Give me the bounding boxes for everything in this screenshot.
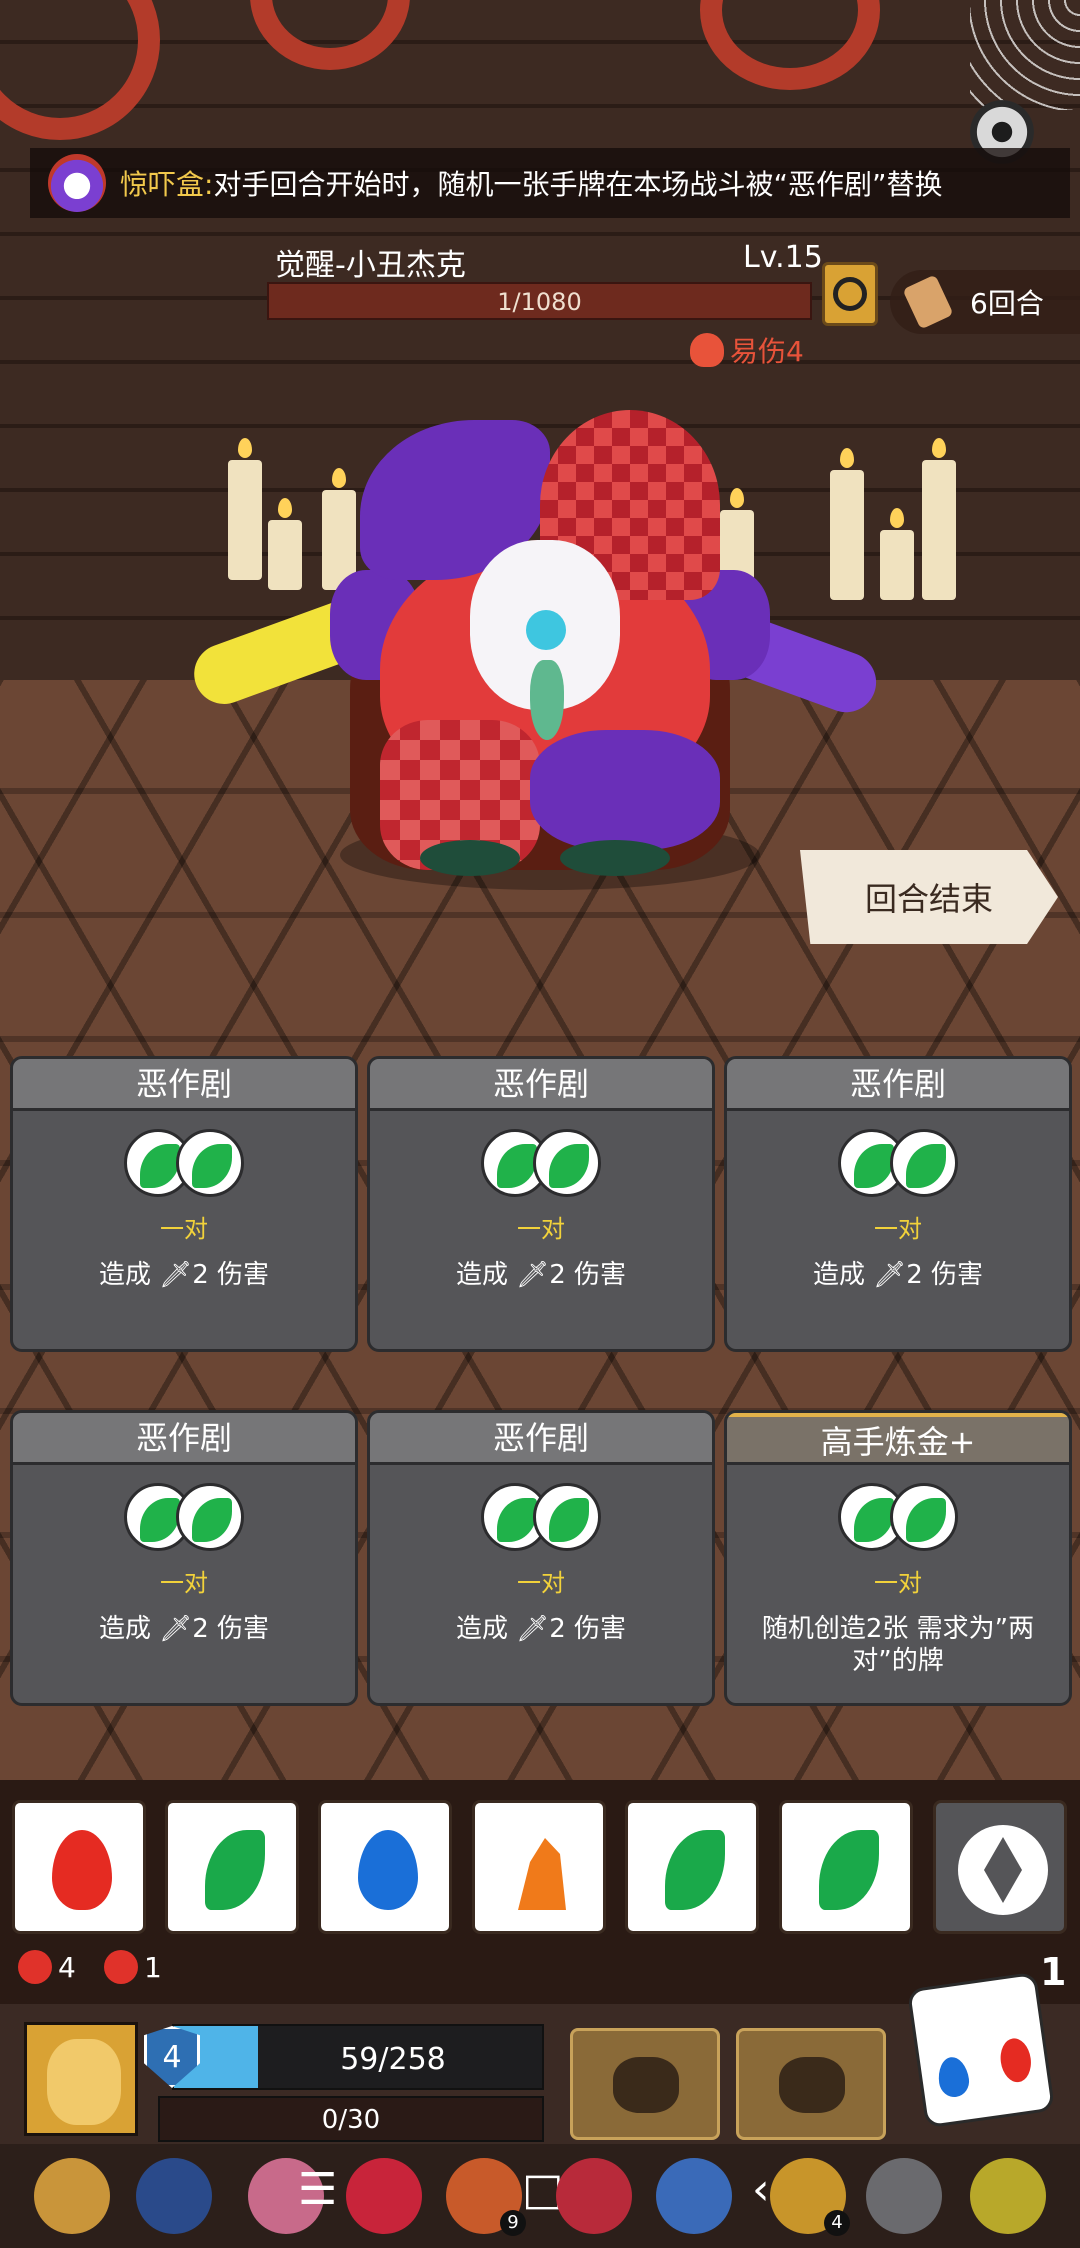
leaf-slot-icon — [176, 1483, 244, 1551]
leaf-icon — [819, 1830, 879, 1910]
relic-effect-banner: 惊吓盒: 对手回合开始时，随机一张手牌在本场战斗被“恶作剧”替换 — [30, 148, 1070, 218]
gem-icon — [958, 1825, 1048, 1915]
horn-icon[interactable] — [656, 2158, 732, 2234]
card-description: 造成 🗡2 伤害 — [98, 1260, 270, 1290]
dice-remaining-count: 1 — [1040, 1950, 1067, 1994]
card-requirement: 一对 — [874, 1215, 922, 1243]
horned-helmet-icon[interactable] — [136, 2158, 212, 2234]
card-title: 恶作剧 — [370, 1059, 712, 1111]
vulnerable-icon — [690, 333, 724, 367]
golden-cube-icon[interactable] — [970, 2158, 1046, 2234]
card-title: 高手炼金+ — [727, 1413, 1069, 1465]
action-card[interactable]: 恶作剧一对造成 🗡2 伤害 — [10, 1056, 358, 1352]
die-leaf[interactable] — [165, 1800, 299, 1934]
card-requirement: 一对 — [517, 1215, 565, 1243]
stone-die-icon[interactable] — [866, 2158, 942, 2234]
leaf-icon — [665, 1830, 725, 1910]
banner-label: 惊吓盒: — [120, 168, 214, 201]
die-leaf[interactable] — [625, 1800, 759, 1934]
card-description: 造成 🗡2 伤害 — [455, 1614, 627, 1644]
fire-icon — [52, 1830, 112, 1910]
card-requirement: 一对 — [160, 1215, 208, 1243]
card-description: 随机创造2张 需求为”两对”的牌 — [761, 1614, 1035, 1676]
boss-level: Lv.15 — [743, 240, 823, 275]
leaf-slot-icon — [176, 1129, 244, 1197]
card-title: 恶作剧 — [13, 1059, 355, 1111]
gear-burst-icon — [18, 1950, 52, 1984]
dice-slot-pair[interactable] — [481, 1483, 605, 1555]
turn-counter: 6回合 — [890, 270, 1080, 334]
end-turn-button[interactable]: 回合结束 — [800, 850, 1058, 944]
back-nav-icon[interactable]: ‹ — [752, 2164, 770, 2215]
action-card[interactable]: 高手炼金+ 一对随机创造2张 需求为”两对”的牌 — [724, 1410, 1072, 1706]
xp-text: 0/30 — [321, 2105, 381, 2135]
card-description: 造成 🗡2 伤害 — [98, 1614, 270, 1644]
dice-slot-pair[interactable] — [481, 1129, 605, 1201]
leaf-icon — [205, 1830, 265, 1910]
boss-name: 觉醒-小丑杰克 — [275, 248, 466, 283]
dice-slot-pair[interactable] — [124, 1129, 248, 1201]
candle — [922, 438, 956, 600]
spiderweb-decoration — [970, 0, 1080, 110]
menu-nav-icon[interactable]: ☰ — [298, 2164, 337, 2215]
action-card[interactable]: 恶作剧一对造成 🗡2 伤害 — [367, 1056, 715, 1352]
dice-slot-pair[interactable] — [838, 1129, 962, 1201]
leaf-slot-icon — [533, 1483, 601, 1551]
card-requirement: 一对 — [517, 1569, 565, 1597]
amulet-icon[interactable] — [556, 2158, 632, 2234]
curse-stat[interactable]: 1 — [104, 1950, 162, 1984]
action-card[interactable]: 恶作剧一对造成 🗡2 伤害 — [10, 1410, 358, 1706]
player-xp-bar: 0/30 — [158, 2096, 544, 2142]
card-description: 造成 🗡2 伤害 — [455, 1260, 627, 1290]
card-title: 恶作剧 — [13, 1413, 355, 1465]
jester-boss-sprite[interactable] — [185, 410, 890, 900]
rock-icon — [518, 1838, 566, 1910]
skill-feather-button[interactable] — [736, 2028, 886, 2140]
drop-icon — [358, 1830, 418, 1910]
action-card[interactable]: 恶作剧一对造成 🗡2 伤害 — [367, 1410, 715, 1706]
inspect-magnifier-icon[interactable] — [822, 262, 878, 326]
status-text: 易伤4 — [730, 335, 804, 368]
shield-value: 4 — [162, 2039, 182, 2075]
card-requirement: 一对 — [874, 1569, 922, 1597]
die-fire[interactable] — [12, 1800, 146, 1934]
skill-fist-button[interactable] — [570, 2028, 720, 2140]
player-hp-bar: 59/258 — [172, 2024, 544, 2090]
curse-icon — [104, 1950, 138, 1984]
boss-hp-text: 1/1080 — [497, 288, 582, 316]
die-water[interactable] — [318, 1800, 452, 1934]
die-wild[interactable] — [933, 1800, 1067, 1934]
die-earth[interactable] — [472, 1800, 606, 1934]
leaf-slot-icon — [533, 1129, 601, 1197]
card-requirement: 一对 — [160, 1569, 208, 1597]
dice-slot-pair[interactable] — [838, 1483, 962, 1555]
jester-box-icon — [48, 154, 106, 212]
boss-status-vulnerable[interactable]: 易伤4 — [690, 330, 804, 370]
strength-stat[interactable]: 4 — [18, 1950, 76, 1984]
roll-dice-button[interactable] — [906, 1971, 1056, 2129]
player-hp-text: 59/258 — [340, 2042, 446, 2077]
leaf-slot-icon — [890, 1129, 958, 1197]
scroll-icon — [902, 274, 954, 330]
dice-slot-pair[interactable] — [124, 1483, 248, 1555]
banner-text: 对手回合开始时，随机一张手牌在本场战斗被“恶作剧”替换 — [213, 168, 943, 201]
player-avatar[interactable] — [24, 2022, 138, 2136]
shield-relic-icon[interactable] — [34, 2158, 110, 2234]
turn-label: 6回合 — [970, 287, 1044, 320]
leaf-slot-icon — [890, 1483, 958, 1551]
card-description: 造成 🗡2 伤害 — [812, 1260, 984, 1290]
pie-relic-icon[interactable]: 9 — [446, 2158, 526, 2236]
die-leaf[interactable] — [779, 1800, 913, 1934]
strength-value: 4 — [58, 1950, 76, 1984]
curse-value: 1 — [144, 1950, 162, 1984]
action-card[interactable]: 恶作剧一对造成 🗡2 伤害 — [724, 1056, 1072, 1352]
bottom-toolbar: ☰ 9 □ ‹ 4 — [0, 2144, 1080, 2248]
bag-icon[interactable]: 4 — [770, 2158, 850, 2236]
boss-hp-bar: 1/1080 — [267, 282, 812, 320]
card-title: 恶作剧 — [727, 1059, 1069, 1111]
bag-count-badge: 4 — [824, 2210, 850, 2236]
demon-mask-icon[interactable] — [346, 2158, 422, 2234]
card-title: 恶作剧 — [370, 1413, 712, 1465]
